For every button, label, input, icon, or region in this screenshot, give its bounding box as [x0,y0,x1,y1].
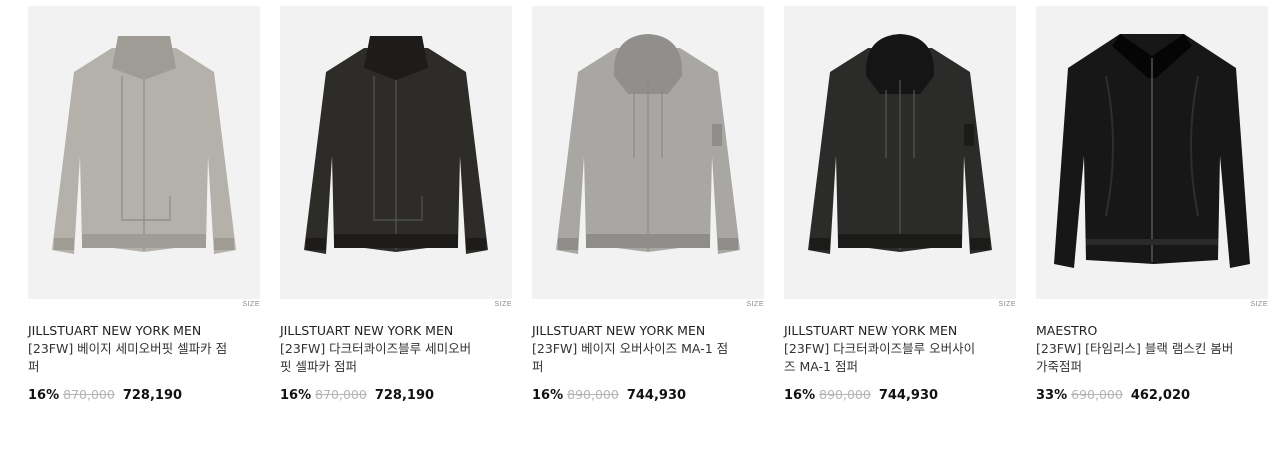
product-brand[interactable]: MAESTRO [1036,323,1097,338]
product-price: 16% 870,000 728,190 [28,387,182,403]
product-card[interactable]: SIZE JILLSTUART NEW YORK MEN [23FW] 다크터콰… [280,6,512,403]
product-brand[interactable]: JILLSTUART NEW YORK MEN [784,323,957,338]
product-card[interactable]: SIZE JILLSTUART NEW YORK MEN [23FW] 베이지 … [532,6,764,403]
sleeve-pocket [712,124,722,146]
original-price: 870,000 [63,387,115,402]
product-card[interactable]: SIZE JILLSTUART NEW YORK MEN [23FW] 베이지 … [28,6,260,403]
product-brand[interactable]: JILLSTUART NEW YORK MEN [280,323,453,338]
cuff-shape [718,238,738,250]
cuff-shape [54,238,74,250]
product-card[interactable]: SIZE JILLSTUART NEW YORK MEN [23FW] 다크터콰… [784,6,1016,403]
size-label[interactable]: SIZE [746,301,764,308]
sale-price: 744,930 [878,388,939,403]
sleeve-pocket [964,124,974,146]
sale-price: 744,930 [626,388,687,403]
size-label[interactable]: SIZE [998,301,1016,308]
product-brand[interactable]: JILLSTUART NEW YORK MEN [532,323,705,338]
size-label[interactable]: SIZE [1250,301,1268,308]
product-name[interactable]: [23FW] 다크터콰이즈블루 세미오버핏 셀파카 점퍼 [280,340,480,376]
size-label[interactable]: SIZE [242,301,260,308]
product-image[interactable] [280,6,512,299]
product-price: 16% 890,000 744,930 [532,387,686,403]
product-name[interactable]: [23FW] 베이지 오버사이즈 MA-1 점퍼 [532,340,732,376]
product-name[interactable]: [23FW] 다크터콰이즈블루 오버사이즈 MA-1 점퍼 [784,340,984,376]
hem-band [334,234,458,248]
sale-price: 728,190 [374,388,435,403]
sale-price: 728,190 [122,388,183,403]
product-card[interactable]: SIZE MAESTRO [23FW] [타임리스] 블랙 램스킨 봄버 가죽점… [1036,6,1268,403]
jacket-image [556,34,740,254]
discount-rate: 16% [28,388,60,403]
jacket-image [1054,34,1250,268]
hem-band [82,234,206,248]
hem-band [586,234,710,248]
original-price: 870,000 [315,387,367,402]
cuff-shape [466,238,486,250]
product-price: 16% 890,000 744,930 [784,387,938,403]
product-grid: SIZE JILLSTUART NEW YORK MEN [23FW] 베이지 … [0,0,1273,449]
product-image[interactable] [1036,6,1268,299]
product-name[interactable]: [23FW] 베이지 세미오버핏 셀파카 점퍼 [28,340,228,376]
cuff-shape [214,238,234,250]
product-price: 16% 870,000 728,190 [280,387,434,403]
hem-band [838,234,962,248]
jacket-image [52,36,236,254]
product-name[interactable]: [23FW] [타임리스] 블랙 램스킨 봄버 가죽점퍼 [1036,340,1236,376]
cuff-shape [810,238,830,250]
original-price: 690,000 [1071,387,1123,402]
jacket-image [808,34,992,254]
sale-price: 462,020 [1130,388,1191,403]
jacket-image [304,36,488,254]
product-image[interactable] [784,6,1016,299]
product-price: 33% 690,000 462,020 [1036,387,1190,403]
product-image[interactable] [532,6,764,299]
cuff-shape [306,238,326,250]
discount-rate: 33% [1036,388,1068,403]
cuff-shape [558,238,578,250]
product-brand[interactable]: JILLSTUART NEW YORK MEN [28,323,201,338]
original-price: 890,000 [819,387,871,402]
discount-rate: 16% [532,388,564,403]
product-image[interactable] [28,6,260,299]
discount-rate: 16% [280,388,312,403]
cuff-shape [970,238,990,250]
original-price: 890,000 [567,387,619,402]
size-label[interactable]: SIZE [494,301,512,308]
discount-rate: 16% [784,388,816,403]
